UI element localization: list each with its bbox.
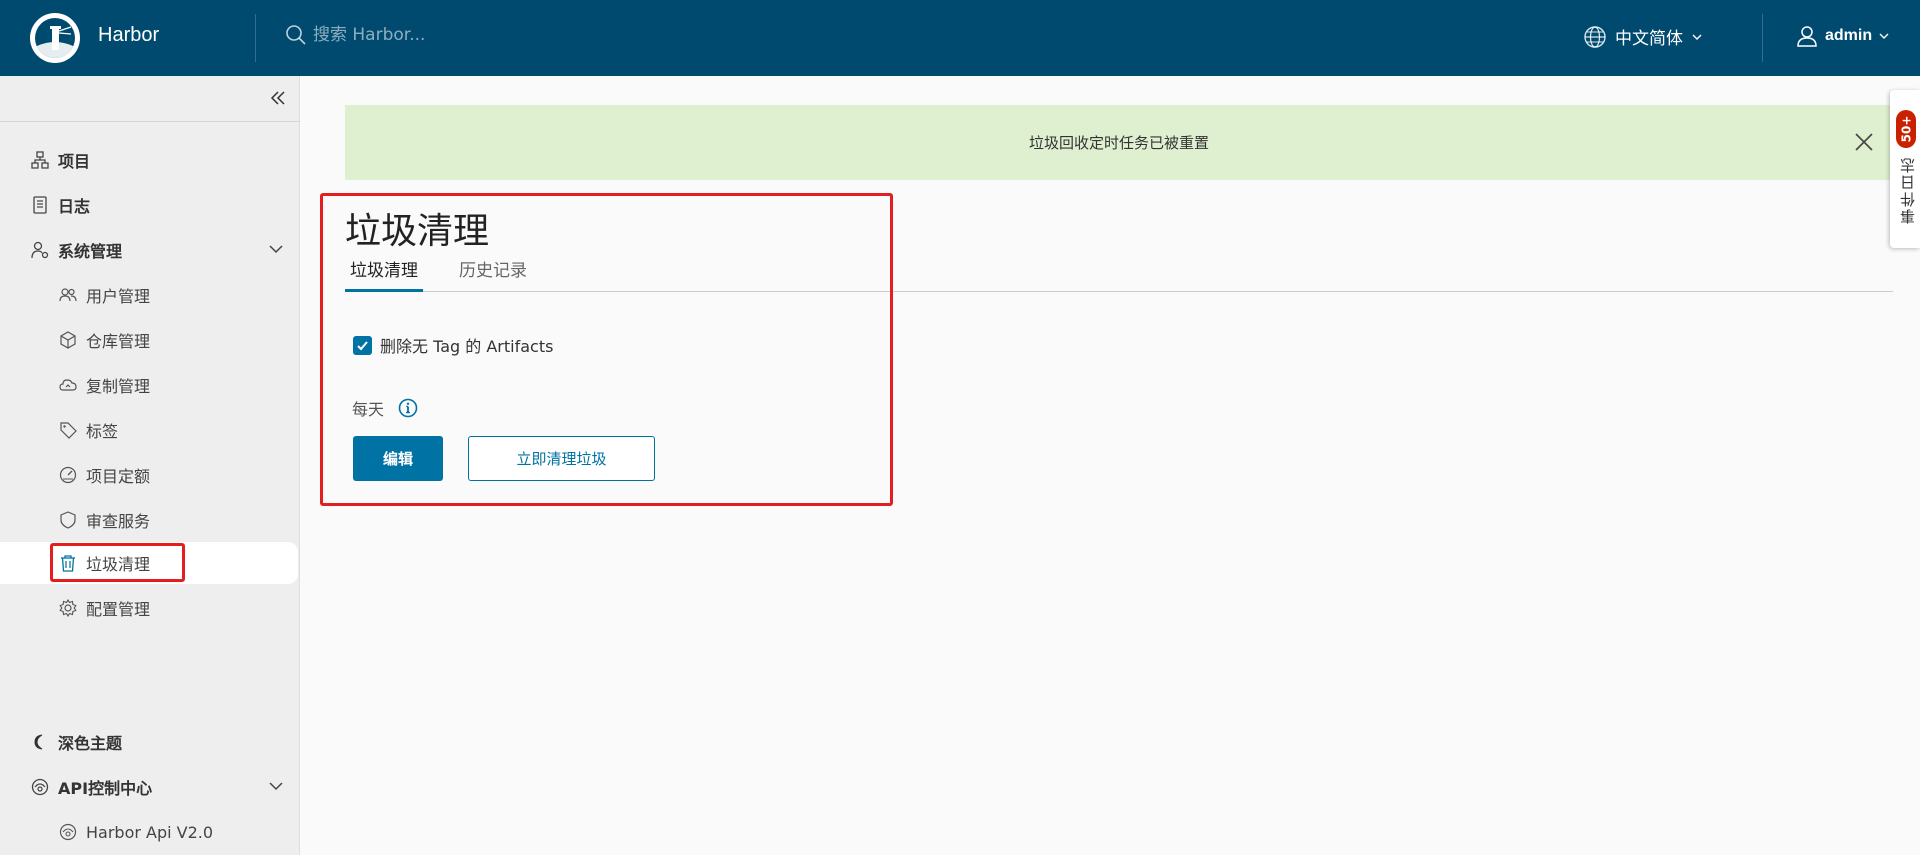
globe-icon	[1584, 25, 1606, 48]
sidebar-item-label: 日志	[58, 197, 91, 216]
harbor-logo-icon[interactable]	[30, 13, 80, 63]
sidebar-item-projects[interactable]: 项目	[0, 139, 300, 181]
sidebar-item-label: 系统管理	[58, 242, 123, 261]
users-icon	[58, 285, 78, 305]
sidebar-item-administration[interactable]: 系统管理	[0, 229, 300, 271]
gear-icon	[58, 598, 78, 618]
sidebar-item-label: API控制中心	[58, 779, 153, 798]
sidebar-item-label: 深色主题	[58, 734, 123, 753]
highlight-box	[50, 543, 185, 582]
sidebar-item-labels[interactable]: 标签	[0, 409, 300, 451]
success-alert: 垃圾回收定时任务已被重置	[345, 105, 1893, 180]
search-icon	[286, 25, 306, 45]
quota-icon	[58, 465, 78, 485]
sidebar-item-label: 用户管理	[86, 287, 151, 306]
project-icon	[30, 150, 50, 170]
header-divider	[1762, 14, 1763, 62]
search-input[interactable]	[313, 25, 613, 45]
app-header: Harbor 中文简体 admin	[0, 0, 1920, 76]
chevron-down-icon	[1879, 33, 1889, 39]
sidebar-item-label: 配置管理	[86, 600, 151, 619]
sidebar-item-label: 审查服务	[86, 512, 151, 531]
sidebar-item-harbor-api[interactable]: Harbor Api V2.0	[0, 811, 300, 853]
sidebar-divider	[0, 121, 300, 122]
sidebar-item-label: 项目	[58, 152, 91, 171]
event-count-badge: 50+	[1896, 110, 1916, 148]
language-label: 中文简体	[1615, 29, 1683, 49]
shield-icon	[58, 510, 78, 530]
chevron-down-icon	[269, 245, 283, 254]
double-chevron-left-icon	[270, 91, 285, 105]
sidebar-item-project-quotas[interactable]: 项目定额	[0, 454, 300, 496]
api-icon	[30, 777, 50, 797]
admin-icon	[30, 240, 50, 260]
sidebar-item-label: 复制管理	[86, 377, 151, 396]
sidebar-item-registries[interactable]: 仓库管理	[0, 319, 300, 361]
sidebar-item-label: Harbor Api V2.0	[86, 822, 214, 842]
sidebar-item-api-center[interactable]: API控制中心	[0, 766, 300, 808]
sidebar: 项目 日志 系统管理 用户管理 仓库管理 复制管理 标签 项目定额 审查服务 垃…	[0, 76, 300, 855]
alert-message: 垃圾回收定时任务已被重置	[1028, 134, 1209, 152]
brand-name[interactable]: Harbor	[98, 24, 159, 47]
sidebar-item-label: 项目定额	[86, 467, 151, 486]
collapse-sidebar-button[interactable]	[268, 86, 288, 110]
log-icon	[30, 195, 50, 215]
chevron-down-icon	[1692, 34, 1702, 40]
api-icon	[58, 822, 78, 842]
replication-icon	[58, 375, 78, 395]
close-icon[interactable]	[1853, 131, 1875, 153]
global-search[interactable]	[285, 24, 613, 46]
username: admin	[1825, 27, 1873, 44]
moon-icon	[30, 732, 50, 752]
header-divider	[255, 14, 256, 62]
sidebar-item-interrogation-services[interactable]: 审查服务	[0, 499, 300, 541]
sidebar-item-dark-theme[interactable]: 深色主题	[0, 721, 300, 763]
event-log-tab[interactable]: 50+ 事件日志	[1890, 90, 1920, 248]
user-icon	[1797, 26, 1817, 47]
tag-icon	[58, 420, 78, 440]
sidebar-item-replications[interactable]: 复制管理	[0, 364, 300, 406]
language-selector[interactable]: 中文简体	[1583, 24, 1703, 49]
chevron-down-icon	[269, 782, 283, 791]
sidebar-item-label: 标签	[86, 422, 119, 441]
user-menu[interactable]: admin	[1795, 24, 1890, 48]
sidebar-item-configuration[interactable]: 配置管理	[0, 587, 300, 629]
sidebar-item-label: 仓库管理	[86, 332, 151, 351]
sidebar-item-logs[interactable]: 日志	[0, 184, 300, 226]
highlight-box	[320, 193, 893, 506]
event-log-label: 事件日志	[1899, 156, 1917, 224]
sidebar-item-users[interactable]: 用户管理	[0, 274, 300, 316]
registry-icon	[58, 330, 78, 350]
